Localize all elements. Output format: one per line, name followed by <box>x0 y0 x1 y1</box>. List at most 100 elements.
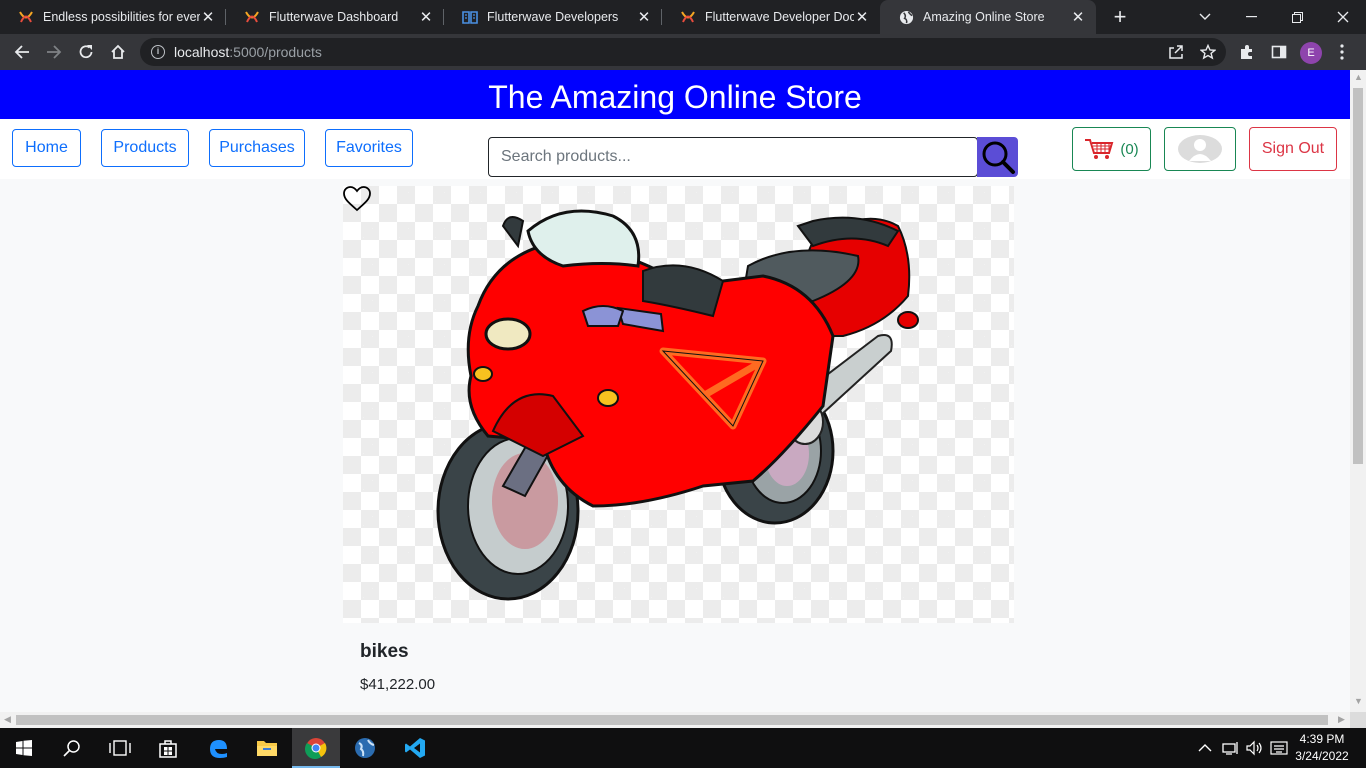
book-icon <box>462 9 478 25</box>
minimize-button[interactable] <box>1228 0 1274 34</box>
side-panel-icon[interactable] <box>1269 42 1289 62</box>
close-icon[interactable]: ✕ <box>636 8 652 26</box>
close-window-button[interactable] <box>1320 0 1366 34</box>
close-icon[interactable]: ✕ <box>854 8 870 26</box>
clock-date: 3/24/2022 <box>1295 749 1349 763</box>
cart-count: (0) <box>1120 140 1139 158</box>
scroll-down-icon[interactable]: ▼ <box>1354 696 1363 706</box>
search-icon <box>63 740 80 757</box>
close-icon[interactable]: ✕ <box>200 8 216 26</box>
clock-time: 4:39 PM <box>1299 732 1345 746</box>
product-list: bikes $41,222.00 <box>4 179 1350 712</box>
windows-logo-icon <box>16 740 32 756</box>
vscode-button[interactable] <box>391 728 439 768</box>
tab-amazing-online-store[interactable]: Amazing Online Store ✕ <box>880 0 1096 34</box>
nav-home-button[interactable]: Home <box>12 129 81 167</box>
folder-icon <box>257 741 277 756</box>
scroll-right-icon[interactable]: ▶ <box>1338 714 1345 725</box>
vertical-scroll-thumb[interactable] <box>1353 88 1363 464</box>
extensions-icon[interactable] <box>1237 42 1257 62</box>
url-path: :5000/products <box>229 44 322 60</box>
share-icon[interactable] <box>1166 42 1186 62</box>
user-profile-button[interactable] <box>1164 127 1236 171</box>
browser-tab-strip: Endless possibilities for every ✕ Flutte… <box>0 0 1366 34</box>
profile-avatar[interactable]: E <box>1300 42 1322 64</box>
search-taskbar-button[interactable] <box>48 728 96 768</box>
sign-out-button[interactable]: Sign Out <box>1249 127 1337 171</box>
start-button[interactable] <box>0 728 48 768</box>
nav-favorites-button[interactable]: Favorites <box>325 129 413 167</box>
restore-button[interactable] <box>1274 0 1320 34</box>
motorcycle-image <box>436 209 919 601</box>
scroll-up-icon[interactable]: ▲ <box>1354 72 1363 82</box>
new-tab-button[interactable]: + <box>1108 5 1132 29</box>
menu-icon[interactable] <box>1332 42 1352 62</box>
reload-button[interactable] <box>72 38 100 66</box>
tab-title: Flutterwave Dashboard <box>269 10 399 24</box>
vscode-icon <box>405 738 425 758</box>
edge-icon <box>210 740 227 758</box>
forward-button[interactable] <box>40 38 68 66</box>
globe-app-button[interactable] <box>341 728 389 768</box>
search-icon <box>982 141 1015 174</box>
tab-title: Flutterwave Developer Docum <box>705 10 854 24</box>
scroll-left-icon[interactable]: ◀ <box>4 714 11 725</box>
avatar-icon <box>1178 135 1222 163</box>
flutterwave-icon <box>680 9 696 25</box>
tab-search-icon[interactable] <box>1182 0 1228 34</box>
tab-title: Amazing Online Store <box>923 10 1045 24</box>
tab-title: Flutterwave Developers <box>487 10 619 24</box>
back-button[interactable] <box>8 38 36 66</box>
chrome-button[interactable] <box>292 728 340 768</box>
globe-icon <box>898 9 914 25</box>
keyboard-icon[interactable] <box>1270 728 1288 768</box>
taskbar-clock[interactable]: 4:39 PM 3/24/2022 <box>1292 731 1352 765</box>
network-icon[interactable] <box>1222 728 1240 768</box>
chrome-icon <box>305 738 327 759</box>
store-title: The Amazing Online Store <box>0 70 1350 119</box>
cart-button[interactable]: (0) <box>1072 127 1151 171</box>
tab-flutterwave-developer-docs[interactable]: Flutterwave Developer Docum ✕ <box>662 0 880 34</box>
tab-flutterwave-dashboard[interactable]: Flutterwave Dashboard ✕ <box>226 0 444 34</box>
volume-icon[interactable] <box>1246 728 1264 768</box>
nav-products-button[interactable]: Products <box>101 129 189 167</box>
tab-flutterwave-developers[interactable]: Flutterwave Developers ✕ <box>444 0 662 34</box>
task-view-icon <box>109 740 131 756</box>
chevron-up-icon <box>1198 744 1212 752</box>
page-viewport: The Amazing Online Store Home Products P… <box>0 70 1350 712</box>
product-name: bikes <box>360 641 409 662</box>
search-input[interactable] <box>488 137 978 177</box>
product-price: $41,222.00 <box>360 676 436 693</box>
store-bag-icon <box>159 740 177 758</box>
favorite-heart-icon[interactable] <box>343 186 371 212</box>
tab-title: Endless possibilities for every <box>43 10 200 24</box>
task-view-button[interactable] <box>96 728 144 768</box>
show-hidden-icons[interactable] <box>1198 728 1212 768</box>
shopping-cart-icon <box>1085 139 1114 159</box>
info-icon[interactable]: i <box>151 45 165 59</box>
search-button[interactable] <box>977 137 1018 177</box>
browser-toolbar: i localhost:5000/products E <box>0 34 1366 70</box>
url-host: localhost <box>174 44 230 60</box>
tab-endless-possibilities[interactable]: Endless possibilities for every ✕ <box>0 0 226 34</box>
bookmark-star-icon[interactable] <box>1198 42 1218 62</box>
store-navbar: Home Products Purchases Favorites (0) <box>0 119 1350 179</box>
windows-taskbar: 4:39 PM 3/24/2022 <box>0 728 1366 768</box>
microsoft-store-button[interactable] <box>144 728 192 768</box>
file-explorer-button[interactable] <box>243 728 291 768</box>
close-icon[interactable]: ✕ <box>1070 8 1086 26</box>
product-image[interactable] <box>343 186 1014 623</box>
scrollbar-corner <box>1350 712 1366 728</box>
home-button[interactable] <box>104 38 132 66</box>
nav-purchases-button[interactable]: Purchases <box>209 129 305 167</box>
address-bar[interactable]: i localhost:5000/products <box>140 38 1226 66</box>
flutterwave-icon <box>18 9 34 25</box>
horizontal-scroll-thumb[interactable] <box>16 715 1328 725</box>
vertical-scrollbar[interactable]: ▲ ▼ <box>1350 70 1366 712</box>
flutterwave-icon <box>244 9 260 25</box>
product-card[interactable]: bikes $41,222.00 <box>343 186 1014 712</box>
close-icon[interactable]: ✕ <box>418 8 434 26</box>
globe-icon <box>355 738 375 758</box>
edge-button[interactable] <box>194 728 242 768</box>
horizontal-scrollbar[interactable]: ◀ ▶ <box>0 712 1350 728</box>
